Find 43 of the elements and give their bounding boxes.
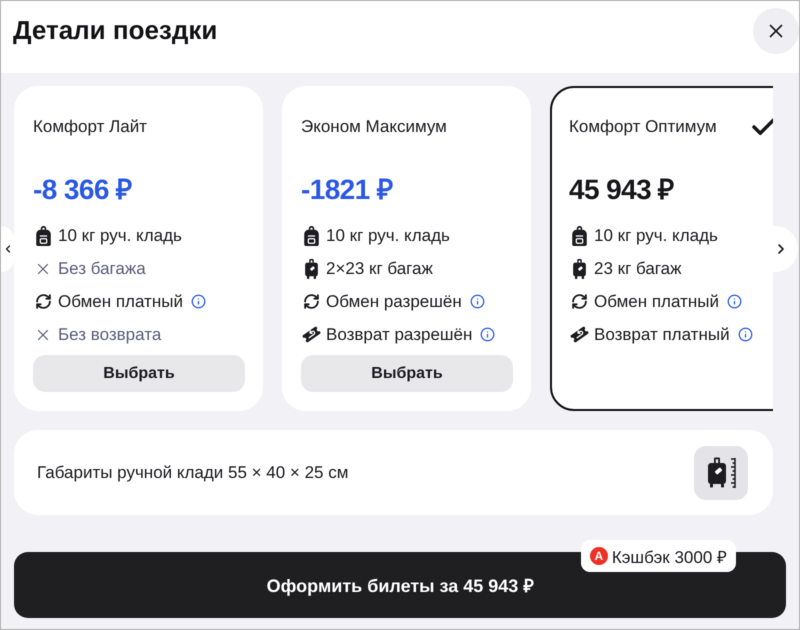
select-button[interactable]: Выбрать	[301, 355, 513, 392]
window-title: Детали поездки	[13, 15, 218, 45]
feature-text: 10 кг руч. кладь	[326, 226, 450, 246]
info-icon[interactable]	[190, 294, 206, 309]
refresh-icon	[570, 293, 588, 310]
hand-luggage-size-text: Габариты ручной клади 55 × 40 × 25 см	[37, 462, 348, 482]
fare-price: -1821 ₽	[301, 174, 394, 206]
bank-logo: А	[590, 547, 608, 565]
fare-name: Комфорт Лайт	[33, 116, 147, 138]
feature-text: Возврат разрешён	[326, 324, 472, 344]
select-button[interactable]: Выбрать	[33, 355, 245, 392]
fare-price: 45 943 ₽	[569, 174, 675, 206]
backpack-icon	[572, 226, 586, 246]
info-icon[interactable]	[738, 327, 753, 342]
feature-text: 10 кг руч. кладь	[594, 226, 718, 246]
feature-text: 10 кг руч. кладь	[58, 226, 182, 246]
info-icon[interactable]	[470, 294, 485, 309]
backpack-icon	[304, 226, 318, 246]
backpack-icon	[36, 226, 50, 246]
feature-text: 23 кг багаж	[594, 258, 682, 278]
feature-text: Без багажа	[58, 258, 146, 278]
feature-text: Обмен разрешён	[326, 292, 462, 312]
ticket-icon	[302, 326, 320, 343]
fare-card[interactable]: Комфорт Оптимум 45 943 ₽ 10 кг руч. кладь 23 кг багаж Обмен платный Возврат платный	[550, 86, 773, 411]
info-icon[interactable]	[480, 327, 496, 342]
info-icon[interactable]	[726, 294, 742, 309]
feature-text: Возврат платный	[594, 324, 730, 344]
fare-price: -8 366 ₽	[33, 174, 133, 206]
feature-text: 2×23 кг багаж	[326, 258, 433, 278]
refresh-icon	[34, 293, 52, 310]
fare-card[interactable]: Комфорт Лайт -8 366 ₽ 10 кг руч. кладь Без багажа Обмен платный Без возврата Выбрать	[14, 86, 263, 411]
suitcase-icon	[572, 258, 586, 278]
luggage-size-icon	[694, 446, 748, 500]
fare-name: Эконом Максимум	[301, 116, 447, 138]
fare-name: Комфорт Оптимум	[569, 116, 717, 138]
ticket-icon	[570, 326, 588, 343]
feature-text: Без возврата	[58, 324, 162, 344]
fare-card[interactable]: Эконом Максимум -1821 ₽ 10 кг руч. кладь 2×23 кг багаж Обмен разрешён Возврат разрешён Выбрать	[282, 86, 531, 411]
suitcase-icon	[304, 258, 318, 278]
close-button[interactable]	[753, 8, 799, 54]
feature-text: Обмен платный	[58, 292, 183, 312]
refresh-icon	[302, 293, 320, 310]
feature-text: Обмен платный	[594, 292, 719, 312]
